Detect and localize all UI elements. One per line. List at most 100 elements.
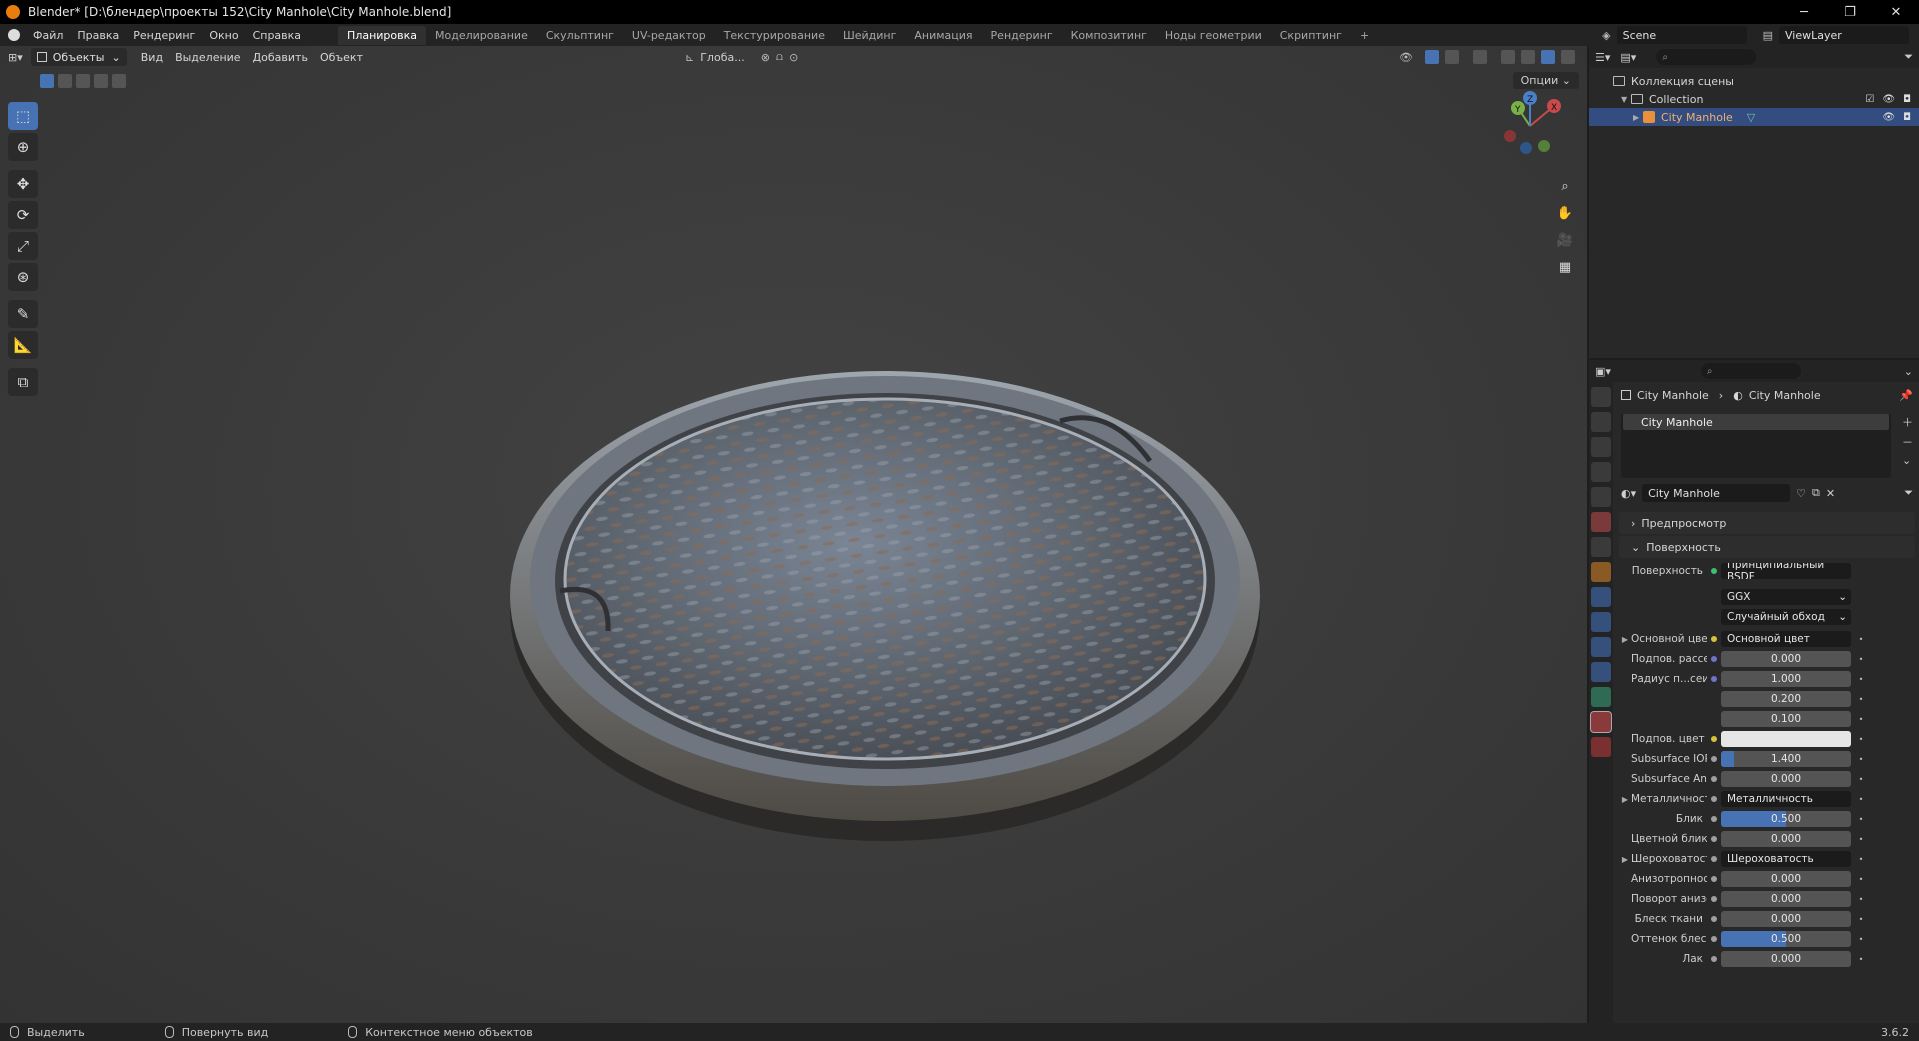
- expand-arrow-icon[interactable]: ▼: [1621, 95, 1631, 104]
- 3d-viewport[interactable]: ⊞▾ Объекты ⌄ Вид Выделение Добавить Объе…: [0, 46, 1587, 1023]
- view-layer-selector[interactable]: ViewLayer: [1779, 26, 1909, 44]
- shading-solid-icon[interactable]: [1521, 50, 1535, 64]
- number-field[interactable]: 0.200: [1721, 691, 1851, 707]
- socket-icon[interactable]: [1707, 956, 1721, 962]
- navigation-gizmo[interactable]: X Y Z: [1500, 88, 1570, 158]
- modifier-tab-icon[interactable]: [1591, 587, 1611, 607]
- add-slot-icon[interactable]: ＋: [1902, 414, 1913, 430]
- camera-view-icon[interactable]: 🎥: [1553, 228, 1577, 252]
- interaction-mode-dropdown[interactable]: Объекты ⌄: [30, 48, 127, 66]
- menu-edit[interactable]: Правка: [70, 29, 126, 42]
- keyframe-dot-icon[interactable]: •: [1855, 935, 1867, 944]
- menu-help[interactable]: Справка: [246, 29, 308, 42]
- camera-icon[interactable]: ◘: [1903, 112, 1911, 123]
- keyframe-dot-icon[interactable]: •: [1855, 815, 1867, 824]
- add-cube-tool-icon[interactable]: ⧉: [8, 368, 38, 396]
- pan-hand-icon[interactable]: ✋: [1553, 201, 1577, 225]
- distribution-dropdown[interactable]: GGX ⌄: [1721, 589, 1851, 605]
- properties-search-input[interactable]: ⌕: [1700, 363, 1801, 379]
- keyframe-dot-icon[interactable]: •: [1855, 795, 1867, 804]
- close-button[interactable]: ✕: [1873, 0, 1919, 24]
- tab-modeling[interactable]: Моделирование: [426, 26, 537, 45]
- keyframe-dot-icon[interactable]: •: [1855, 715, 1867, 724]
- tab-texture-paint[interactable]: Текстурирование: [715, 26, 834, 45]
- linked-input-field[interactable]: Основной цвет: [1721, 631, 1851, 647]
- socket-icon[interactable]: [1707, 816, 1721, 822]
- zoom-icon[interactable]: ⌕: [1553, 174, 1577, 198]
- world-tab-icon[interactable]: [1591, 512, 1611, 532]
- filter-icon[interactable]: ⏷: [1904, 486, 1913, 500]
- mesh-data-icon[interactable]: ▽: [1747, 111, 1755, 124]
- expand-arrow-icon[interactable]: ▶: [1619, 635, 1631, 644]
- checkbox-icon[interactable]: ☑: [1865, 94, 1874, 105]
- keyframe-dot-icon[interactable]: •: [1855, 695, 1867, 704]
- chevron-down-icon[interactable]: ⌄: [1904, 365, 1913, 378]
- outliner-editor-icon[interactable]: ☰▾: [1595, 51, 1610, 64]
- select-intersect-icon[interactable]: [112, 74, 126, 88]
- object-tab-icon[interactable]: [1591, 562, 1611, 582]
- menu-add[interactable]: Добавить: [247, 51, 314, 64]
- unlink-icon[interactable]: ✕: [1826, 487, 1835, 500]
- gizmo-toggle-icon[interactable]: [1425, 50, 1439, 64]
- city-manhole-mesh[interactable]: [500, 311, 1280, 881]
- measure-tool-icon[interactable]: 📐: [8, 331, 38, 359]
- number-field[interactable]: 0.000: [1721, 771, 1851, 787]
- tab-layout[interactable]: Планировка: [338, 25, 427, 45]
- socket-icon[interactable]: [1707, 736, 1721, 742]
- keyframe-dot-icon[interactable]: •: [1855, 835, 1867, 844]
- material-slot-list[interactable]: City Manhole: [1621, 414, 1891, 478]
- properties-editor-icon[interactable]: ▣▾: [1595, 365, 1611, 378]
- render-tab-icon[interactable]: [1591, 412, 1611, 432]
- cursor-tool-icon[interactable]: ⊕: [8, 133, 38, 161]
- tab-geometry-nodes[interactable]: Ноды геометрии: [1156, 26, 1271, 45]
- keyframe-dot-icon[interactable]: •: [1855, 875, 1867, 884]
- blender-menu-icon[interactable]: [8, 29, 20, 41]
- select-box-tool-icon[interactable]: ⬚: [8, 102, 38, 130]
- visibility-icon[interactable]: 👁: [1399, 51, 1413, 64]
- particles-tab-icon[interactable]: [1591, 612, 1611, 632]
- pin-icon[interactable]: 📌: [1899, 389, 1913, 402]
- camera-icon[interactable]: ◘: [1903, 94, 1911, 105]
- expand-arrow-icon[interactable]: ▶: [1619, 795, 1631, 804]
- remove-slot-icon[interactable]: －: [1902, 434, 1913, 450]
- gizmo-neg-x[interactable]: [1504, 130, 1516, 142]
- number-field[interactable]: 0.100: [1721, 711, 1851, 727]
- expand-arrow-icon[interactable]: ▶: [1633, 113, 1643, 122]
- tree-scene-collection[interactable]: Коллекция сцены: [1589, 72, 1919, 90]
- tab-compositing[interactable]: Композитинг: [1062, 26, 1156, 45]
- transform-orientation-dropdown[interactable]: Глоба...: [700, 51, 744, 64]
- material-name-field[interactable]: City Manhole: [1642, 484, 1791, 502]
- number-field[interactable]: 0.000: [1721, 911, 1851, 927]
- collection-tab-icon[interactable]: [1591, 537, 1611, 557]
- tab-sculpting[interactable]: Скульптинг: [537, 26, 623, 45]
- menu-object[interactable]: Объект: [314, 51, 369, 64]
- tab-animation[interactable]: Анимация: [905, 26, 981, 45]
- tree-object-city-manhole[interactable]: ▶ City Manhole ▽ 👁 ◘: [1589, 108, 1919, 126]
- socket-icon[interactable]: [1707, 936, 1721, 942]
- minimize-button[interactable]: ─: [1781, 0, 1827, 24]
- number-field[interactable]: 1.000: [1721, 671, 1851, 687]
- shading-rendered-icon[interactable]: [1561, 50, 1575, 64]
- socket-icon[interactable]: [1707, 896, 1721, 902]
- select-new-icon[interactable]: [40, 74, 54, 88]
- material-tab-icon[interactable]: [1590, 711, 1612, 733]
- socket-icon[interactable]: [1707, 776, 1721, 782]
- socket-icon[interactable]: [1707, 756, 1721, 762]
- material-browse-icon[interactable]: ◐▾: [1621, 487, 1636, 500]
- keyframe-dot-icon[interactable]: •: [1855, 855, 1867, 864]
- xray-toggle-icon[interactable]: [1473, 50, 1487, 64]
- scene-tab-icon[interactable]: [1591, 487, 1611, 507]
- socket-icon[interactable]: [1707, 856, 1721, 862]
- keyframe-dot-icon[interactable]: •: [1855, 955, 1867, 964]
- texture-tab-icon[interactable]: [1591, 737, 1611, 757]
- snap-icon[interactable]: ⩍: [776, 50, 783, 64]
- socket-icon[interactable]: [1707, 796, 1721, 802]
- fake-user-icon[interactable]: ♡: [1796, 487, 1806, 500]
- color-swatch[interactable]: [1721, 731, 1851, 747]
- preview-section[interactable]: › Предпросмотр: [1619, 512, 1915, 534]
- socket-icon[interactable]: [1707, 876, 1721, 882]
- select-invert-icon[interactable]: [94, 74, 108, 88]
- socket-icon[interactable]: [1707, 676, 1721, 682]
- display-mode-icon[interactable]: ▤▾: [1620, 51, 1636, 64]
- tab-shading[interactable]: Шейдинг: [834, 26, 905, 45]
